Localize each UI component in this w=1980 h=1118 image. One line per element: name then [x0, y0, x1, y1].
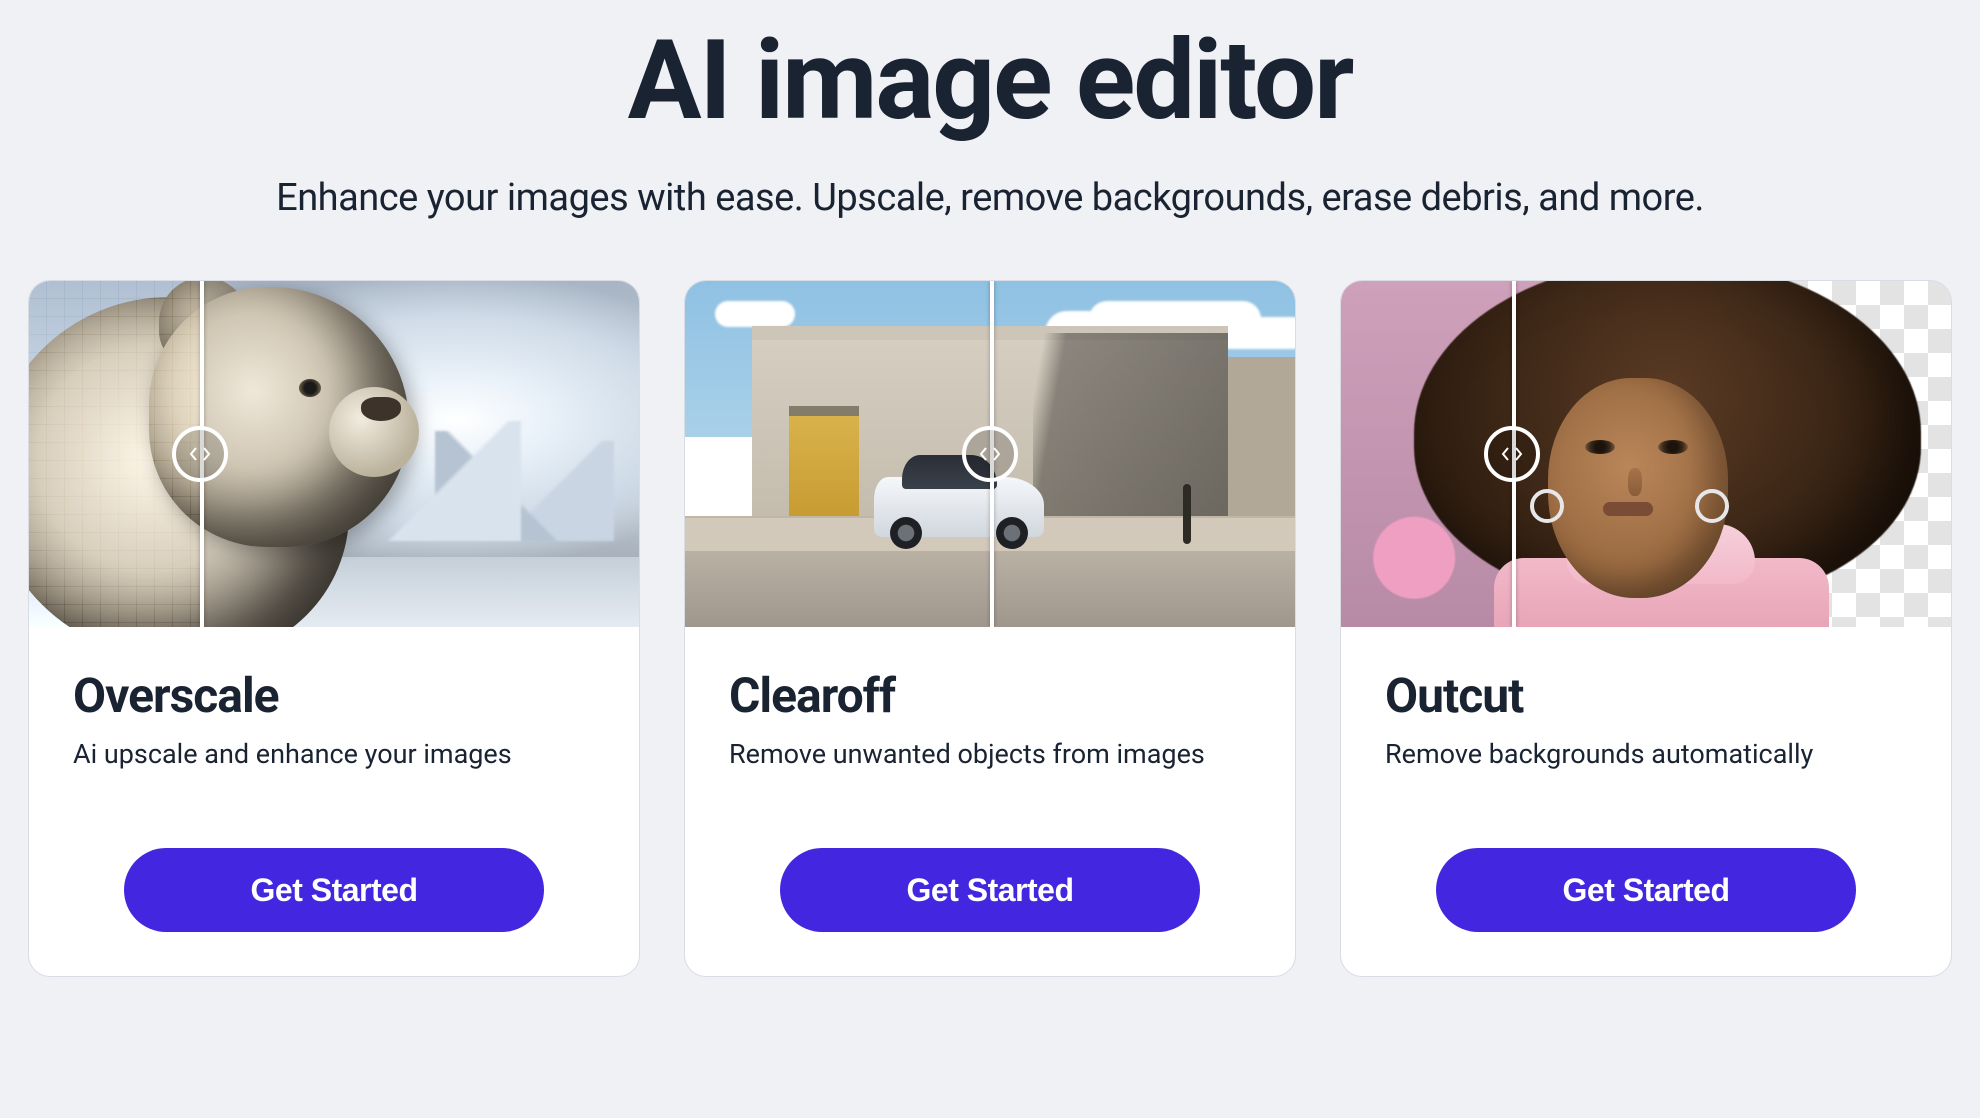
- feature-cards-row: Overscale Ai upscale and enhance your im…: [20, 280, 1960, 977]
- feature-card-clearoff: Clearoff Remove unwanted objects from im…: [684, 280, 1296, 977]
- card-image-outcut: [1341, 281, 1951, 627]
- card-description: Ai upscale and enhance your images: [73, 738, 595, 770]
- card-title: Outcut: [1385, 667, 1907, 724]
- compare-slider-handle-icon[interactable]: [962, 426, 1018, 482]
- card-description: Remove unwanted objects from images: [729, 738, 1251, 770]
- feature-card-overscale: Overscale Ai upscale and enhance your im…: [28, 280, 640, 977]
- card-image-overscale: [29, 281, 639, 627]
- card-image-clearoff: [685, 281, 1295, 627]
- card-title: Clearoff: [729, 667, 1251, 724]
- compare-slider-handle-icon[interactable]: [172, 426, 228, 482]
- get-started-button[interactable]: Get Started: [1436, 848, 1856, 932]
- page-subtitle: Enhance your images with ease. Upscale, …: [20, 176, 1960, 220]
- card-description: Remove backgrounds automatically: [1385, 738, 1907, 770]
- feature-card-outcut: Outcut Remove backgrounds automatically …: [1340, 280, 1952, 977]
- get-started-button[interactable]: Get Started: [124, 848, 544, 932]
- page-title: AI image editor: [20, 20, 1960, 141]
- compare-slider-handle-icon[interactable]: [1484, 426, 1540, 482]
- get-started-button[interactable]: Get Started: [780, 848, 1200, 932]
- card-title: Overscale: [73, 667, 595, 724]
